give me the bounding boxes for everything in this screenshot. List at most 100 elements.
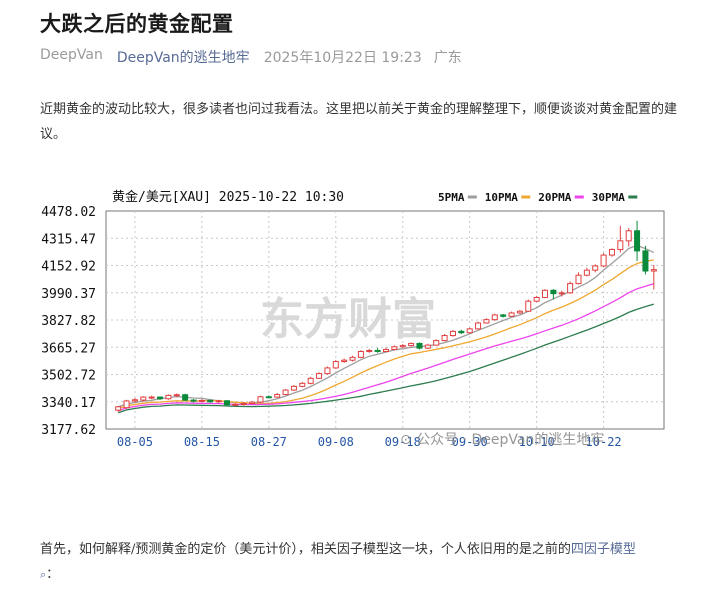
article-meta: DeepVan DeepVan的逃生地牢 2025年10月22日 19:23 广… <box>40 47 462 67</box>
candle <box>324 366 331 375</box>
candle <box>416 342 423 350</box>
candle <box>500 313 507 318</box>
candle-body <box>642 250 649 272</box>
candle <box>341 358 348 363</box>
candle <box>634 220 641 261</box>
candle <box>282 389 289 396</box>
candle <box>441 334 448 342</box>
candle-body <box>366 349 373 352</box>
legend-label-3: 30PMA <box>592 191 625 204</box>
y-tick-label: 3502.72 <box>41 369 96 384</box>
candle <box>483 318 490 324</box>
candle-body <box>341 359 348 363</box>
candle <box>491 313 498 321</box>
candle-body <box>148 396 155 399</box>
candle-body <box>617 240 624 251</box>
candle-body <box>634 230 641 252</box>
candle <box>349 355 356 362</box>
candle-body <box>257 396 264 403</box>
candle-body <box>274 394 281 398</box>
candle <box>533 295 540 303</box>
chart-watermark: 东方财富 <box>260 294 436 345</box>
candle-body <box>466 328 473 334</box>
candle-body <box>424 344 431 349</box>
y-tick-label: 4478.02 <box>41 205 96 220</box>
candle <box>600 253 607 267</box>
candle-body <box>316 373 323 379</box>
candle-body <box>131 399 138 402</box>
candle <box>516 309 523 314</box>
candle-body <box>382 348 390 352</box>
candle-body <box>483 319 490 324</box>
wechat-icon: ⊙ <box>400 432 417 448</box>
candle <box>148 395 155 400</box>
x-tick-label: 08-27 <box>251 435 287 449</box>
candle <box>625 228 632 247</box>
candle-body <box>567 283 574 294</box>
candle-body <box>215 400 222 403</box>
y-axis: 4478.02 4315.47 4152.92 3990.37 3827.82 3665.… <box>41 205 96 438</box>
candle-body <box>207 399 214 403</box>
caption-watermark: ⊙ 公众号 · DeepVan的逃生地牢 <box>400 432 605 448</box>
candle-body <box>165 394 172 400</box>
candle <box>583 267 590 277</box>
candle-body <box>182 394 189 401</box>
legend-label-0: 5PMA <box>438 191 465 204</box>
candle-body <box>232 403 239 406</box>
chart-legend: 5PMA 10PMA 20PMA 30PMA <box>438 191 638 204</box>
chart-header-title: 黄金/美元[XAU] 2025-10-22 10:30 <box>112 189 344 205</box>
y-tick-label: 3827.82 <box>41 314 96 329</box>
candle-body <box>516 310 523 314</box>
author-name: DeepVan <box>40 47 103 63</box>
candlestick-chart: 黄金/美元[XAU] 2025-10-22 10:30 5PMA 10PMA 20P… <box>41 189 665 449</box>
candle-body <box>441 335 448 342</box>
legend-label-2: 20PMA <box>538 191 571 204</box>
candle-body <box>533 297 540 302</box>
candle-body <box>357 350 364 358</box>
candle <box>232 403 239 407</box>
candle <box>198 399 205 403</box>
x-tick-label: 08-05 <box>117 435 153 449</box>
candle-body <box>433 340 440 346</box>
y-tick-label: 4315.47 <box>41 232 96 247</box>
candle-body <box>282 389 289 396</box>
candle <box>115 405 122 412</box>
y-tick-label: 3990.37 <box>41 287 96 302</box>
candle-body <box>625 230 632 242</box>
y-tick-label: 4152.92 <box>41 260 96 275</box>
intro-paragraph: 近期黄金的波动比较大，很多读者也问过我看法。这里把以前关于黄金的理解整理下，顺便… <box>40 102 678 142</box>
candle <box>274 393 281 398</box>
candle-body <box>223 400 230 406</box>
candle-body <box>399 345 406 348</box>
y-tick-label: 3665.27 <box>41 341 96 356</box>
candle-body <box>491 314 498 321</box>
candle-body <box>173 394 180 397</box>
candle <box>257 395 264 403</box>
candle <box>165 394 172 400</box>
candle-body <box>525 300 532 312</box>
candle-body <box>508 312 515 317</box>
candle <box>357 350 364 359</box>
gold-price-chart-image: 黄金/美元[XAU] 2025-10-22 10:30 5PMA 10PMA 20P… <box>41 184 678 462</box>
legend-label-1: 10PMA <box>485 191 518 204</box>
candle-body <box>123 400 130 409</box>
candle <box>408 342 415 347</box>
four-factor-link[interactable]: 四因子模型 <box>571 542 636 557</box>
candle-body <box>157 396 164 400</box>
candle <box>332 359 339 369</box>
publish-location: 广东 <box>433 50 462 66</box>
candle-body <box>307 377 314 384</box>
candle-body <box>115 406 122 411</box>
candle <box>617 225 624 253</box>
candle-body <box>592 265 599 271</box>
account-link[interactable]: DeepVan的逃生地牢 <box>117 47 250 67</box>
candle <box>525 299 532 312</box>
candle-body <box>290 385 297 391</box>
candle-body <box>542 289 549 299</box>
candle <box>567 281 574 294</box>
candle-body <box>249 401 256 404</box>
candle-body <box>190 399 197 402</box>
candle <box>508 311 515 317</box>
article-title: 大跌之后的黄金配置 <box>40 12 234 36</box>
candle-body <box>575 274 582 285</box>
